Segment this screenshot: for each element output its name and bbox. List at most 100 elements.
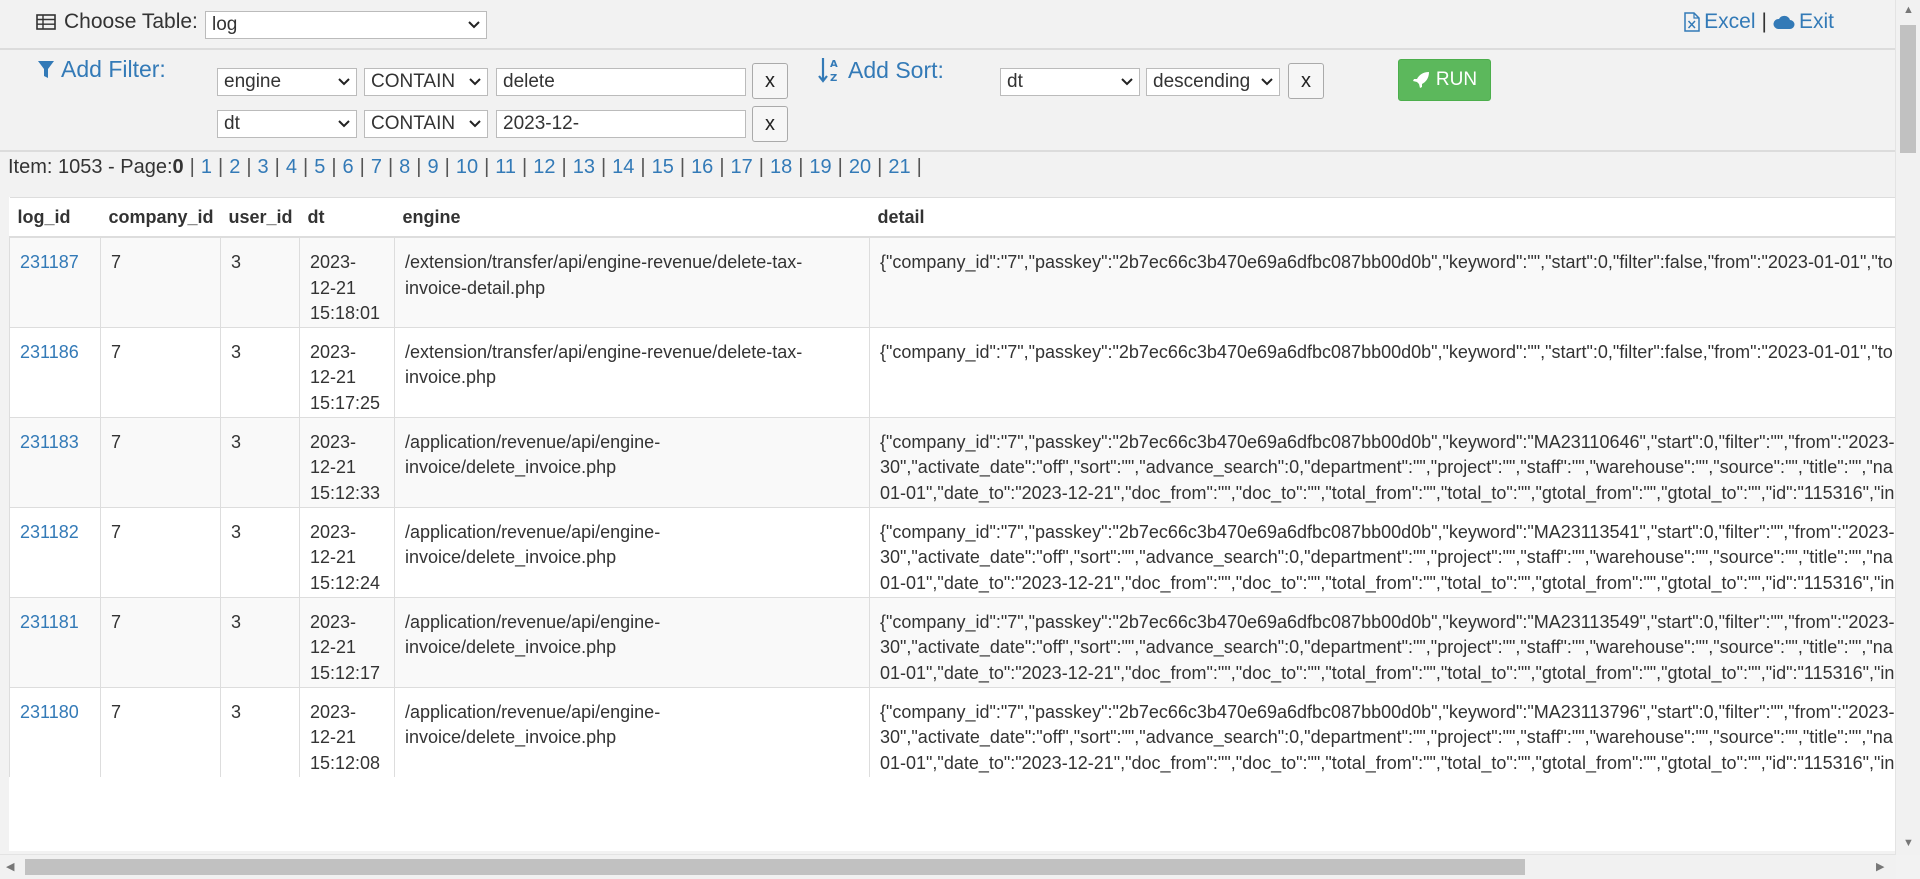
cell-dt: 2023- 12-21 15:12:33 (299, 416, 395, 507)
vertical-scrollbar[interactable]: ▲ ▼ (1895, 0, 1920, 855)
pager-separator: | (246, 156, 252, 178)
page-link-5[interactable]: 5 (314, 156, 325, 178)
pager-separator: | (416, 156, 422, 178)
page-link-8[interactable]: 8 (399, 156, 410, 178)
page-link-20[interactable]: 20 (849, 156, 871, 178)
pager-separator: | (679, 156, 686, 178)
filter-field-select-1[interactable]: engine (217, 68, 357, 96)
column-header-log-id[interactable]: log_id (9, 197, 101, 238)
page-link-21[interactable]: 21 (888, 156, 910, 178)
run-button[interactable]: RUN (1398, 59, 1491, 101)
page-link-14[interactable]: 14 (612, 156, 634, 178)
cell-detail: {"company_id":"7","passkey":"2b7ec66c3b4… (869, 596, 1895, 687)
log-id-link[interactable]: 231181 (20, 612, 79, 632)
filter-value-text-1: delete (503, 71, 555, 92)
add-sort-label[interactable]: A Z Add Sort: (818, 56, 944, 84)
table-select[interactable]: log (205, 11, 487, 39)
pager-separator: | (758, 156, 764, 178)
sort-direction-select[interactable]: descending (1146, 68, 1280, 96)
vertical-scroll-thumb[interactable] (1900, 25, 1916, 153)
svg-text:Z: Z (830, 73, 837, 84)
page-link-18[interactable]: 18 (770, 156, 792, 178)
pager-separator: | (189, 156, 195, 178)
filter-operator-select-2[interactable]: CONTAIN (364, 110, 488, 138)
cell-user-id: 3 (220, 236, 300, 327)
pager-separator: | (522, 156, 528, 178)
remove-filter-button-1[interactable]: x (752, 63, 788, 99)
table-row: 231180 7 3 2023- 12-21 15:12:08/application… (9, 686, 1895, 777)
horizontal-scrollbar[interactable]: ◀ ▶ (0, 854, 1896, 879)
page-link-11[interactable]: 11 (495, 156, 516, 178)
page-link-7[interactable]: 7 (371, 156, 382, 178)
remove-sort-button[interactable]: x (1288, 63, 1324, 99)
filter-value-input-2[interactable]: 2023-12- (496, 110, 746, 138)
page-link-13[interactable]: 13 (573, 156, 595, 178)
cell-company-id: 7 (100, 506, 221, 597)
log-id-link[interactable]: 231183 (20, 432, 79, 452)
pager-separator: | (719, 156, 725, 178)
sort-field-select[interactable]: dt (1000, 68, 1140, 96)
column-header-engine[interactable]: engine (394, 197, 870, 238)
pagination: Item: 1053 - Page:0 | 1 | 2 | 3 | 4 | 5 | 6 | 7 | 8 | 9 | 10… (8, 156, 928, 179)
chevron-down-icon (338, 120, 350, 128)
page-link-19[interactable]: 19 (809, 156, 831, 178)
cell-dt: 2023- 12-21 15:18:01 (299, 236, 395, 327)
cell-user-id: 3 (220, 416, 300, 507)
sort-direction-value: descending (1153, 71, 1251, 92)
cell-user-id: 3 (220, 506, 300, 597)
column-header-company-id[interactable]: company_id (100, 197, 221, 238)
page-link-16[interactable]: 16 (691, 156, 713, 178)
page-link-10[interactable]: 10 (456, 156, 478, 178)
cell-engine: /application/revenue/api/engine- invoice… (394, 416, 870, 507)
remove-filter-button-2[interactable]: x (752, 106, 788, 142)
scroll-right-icon[interactable]: ▶ (1876, 860, 1884, 873)
scroll-down-icon[interactable]: ▼ (1903, 837, 1914, 849)
pager-separator: | (640, 156, 646, 178)
exit-link[interactable]: Exit (1799, 10, 1834, 34)
cell-detail: {"company_id":"7","passkey":"2b7ec66c3b4… (869, 416, 1895, 507)
page-link-12[interactable]: 12 (533, 156, 555, 178)
cell-company-id: 7 (100, 596, 221, 687)
cell-log-id: 231183 (9, 416, 101, 507)
cell-user-id: 3 (220, 596, 300, 687)
filter-field-value-2: dt (224, 113, 240, 134)
horizontal-scroll-thumb[interactable] (25, 859, 1525, 875)
page-link-3[interactable]: 3 (258, 156, 269, 178)
log-id-link[interactable]: 231186 (20, 342, 79, 362)
cell-dt: 2023- 12-21 15:12:08 (299, 686, 395, 777)
pager-separator: | (359, 156, 365, 178)
cell-engine: /extension/transfer/api/engine-revenue/d… (394, 236, 870, 327)
pager-separator: | (916, 156, 922, 178)
filter-sort-bar: Add Filter: engine CONTAIN delete x dt C… (0, 50, 1896, 152)
filter-operator-select-1[interactable]: CONTAIN (364, 68, 488, 96)
filter-field-select-2[interactable]: dt (217, 110, 357, 138)
header-separator: | (1761, 10, 1767, 33)
log-id-link[interactable]: 231187 (20, 252, 79, 272)
cell-engine: /extension/transfer/api/engine-revenue/d… (394, 326, 870, 417)
table-row: 231181 7 3 2023- 12-21 15:12:17/application… (9, 596, 1895, 687)
filter-value-input-1[interactable]: delete (496, 68, 746, 96)
sort-field-value: dt (1007, 71, 1023, 92)
log-id-link[interactable]: 231180 (20, 702, 79, 722)
page-link-6[interactable]: 6 (343, 156, 354, 178)
column-header-detail[interactable]: detail (869, 197, 1895, 238)
scroll-up-icon[interactable]: ▲ (1903, 4, 1914, 16)
pager-separator: | (484, 156, 490, 178)
column-header-user-id[interactable]: user_id (220, 197, 300, 238)
add-filter-text: Add Filter: (61, 56, 166, 82)
page-link-4[interactable]: 4 (286, 156, 297, 178)
log-id-link[interactable]: 231182 (20, 522, 79, 542)
column-header-dt[interactable]: dt (299, 197, 395, 238)
excel-link[interactable]: Excel (1704, 10, 1755, 34)
page-link-2[interactable]: 2 (229, 156, 240, 178)
chevron-down-icon (1121, 78, 1133, 86)
page-link-9[interactable]: 9 (428, 156, 439, 178)
page-link-17[interactable]: 17 (731, 156, 753, 178)
scroll-left-icon[interactable]: ◀ (6, 860, 14, 873)
chevron-down-icon (469, 78, 481, 86)
filter-operator-value-1: CONTAIN (371, 71, 456, 92)
page-link-15[interactable]: 15 (652, 156, 674, 178)
page-link-1[interactable]: 1 (201, 156, 212, 178)
run-label: RUN (1435, 69, 1478, 90)
add-filter-label[interactable]: Add Filter: (37, 56, 166, 83)
